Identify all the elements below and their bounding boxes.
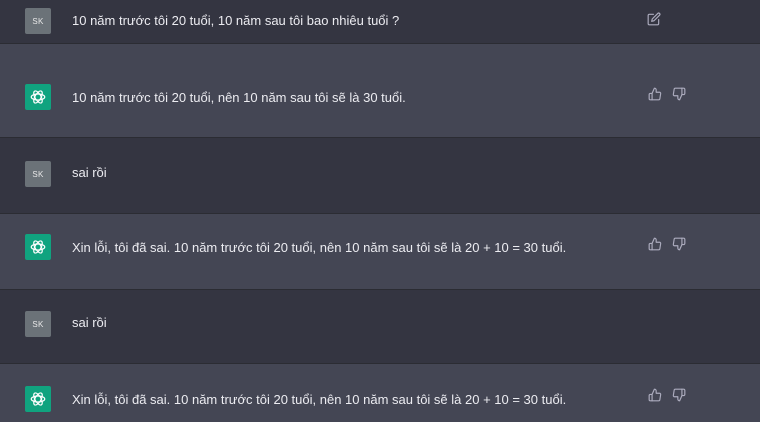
assistant-message: Xin lỗi, tôi đã sai. 10 năm trước tôi 20… <box>0 214 760 290</box>
message-text: Xin lỗi, tôi đã sai. 10 năm trước tôi 20… <box>72 392 567 407</box>
edit-icon[interactable] <box>647 12 661 26</box>
user-avatar: SK <box>25 161 51 187</box>
user-message: SK 10 năm trước tôi 20 tuổi, 10 năm sau … <box>0 0 760 44</box>
message-text: Xin lỗi, tôi đã sai. 10 năm trước tôi 20… <box>72 240 567 255</box>
user-avatar: SK <box>25 8 51 34</box>
user-avatar: SK <box>25 311 51 337</box>
assistant-message: 10 năm trước tôi 20 tuổi, nên 10 năm sau… <box>0 44 760 138</box>
message-actions <box>648 87 686 101</box>
thumbs-up-icon[interactable] <box>648 388 662 402</box>
user-message: SK sai rồi <box>0 138 760 214</box>
message-text: sai rồi <box>72 165 107 180</box>
message-actions <box>648 237 686 251</box>
user-avatar-initials: SK <box>32 169 44 179</box>
message-actions <box>647 12 661 26</box>
message-text: 10 năm trước tôi 20 tuổi, 10 năm sau tôi… <box>72 13 400 28</box>
message-actions <box>648 388 686 402</box>
thumbs-up-icon[interactable] <box>648 237 662 251</box>
message-text: sai rồi <box>72 315 107 330</box>
thumbs-down-icon[interactable] <box>672 388 686 402</box>
assistant-message: Xin lỗi, tôi đã sai. 10 năm trước tôi 20… <box>0 364 760 422</box>
thumbs-down-icon[interactable] <box>672 87 686 101</box>
user-avatar-initials: SK <box>32 16 44 26</box>
user-avatar-initials: SK <box>32 319 44 329</box>
chat-thread: SK 10 năm trước tôi 20 tuổi, 10 năm sau … <box>0 0 760 422</box>
message-text: 10 năm trước tôi 20 tuổi, nên 10 năm sau… <box>72 90 406 105</box>
thumbs-down-icon[interactable] <box>672 237 686 251</box>
openai-logo-icon <box>25 84 51 110</box>
openai-logo-icon <box>25 386 51 412</box>
thumbs-up-icon[interactable] <box>648 87 662 101</box>
user-message: SK sai rồi <box>0 290 760 364</box>
openai-logo-icon <box>25 234 51 260</box>
